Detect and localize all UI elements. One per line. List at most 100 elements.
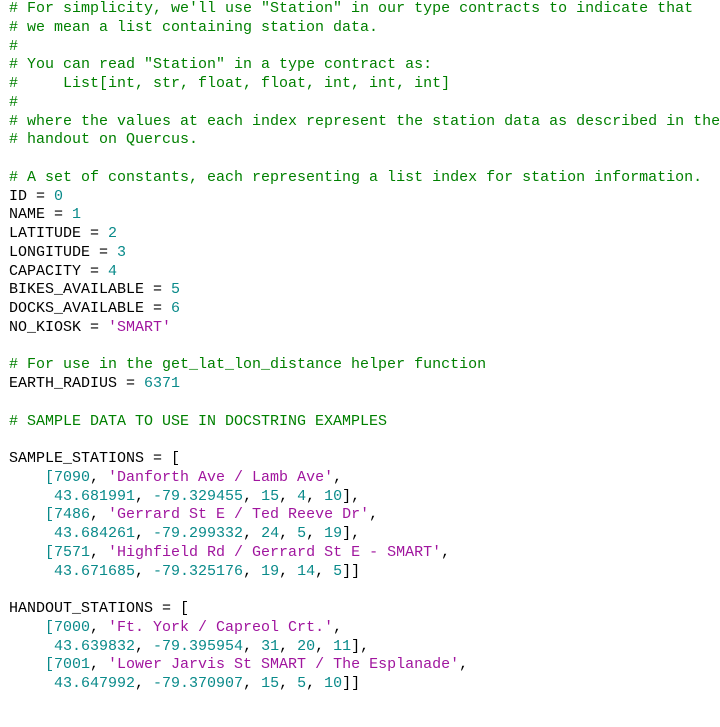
code-token: ]]	[342, 675, 361, 692]
comment-token: # where the values at each index represe…	[9, 112, 720, 130]
number-token: 3	[117, 243, 127, 261]
code-token: ,	[90, 468, 109, 486]
number-token: 43.639832	[9, 637, 136, 655]
code-token: DOCKS_AVAILABLE =	[9, 300, 172, 317]
code-token: ,	[333, 618, 343, 636]
number-token: [7571	[9, 543, 91, 561]
code-token: CAPACITY =	[9, 262, 109, 280]
number-token: 19	[261, 562, 280, 580]
number-token: [7090	[9, 468, 91, 486]
code-token: SAMPLE_STATIONS = [	[9, 450, 181, 467]
code-token: ,	[306, 487, 325, 505]
comment-token: # List[int, str, float, float, int, int,…	[9, 75, 451, 92]
number-token: 0	[54, 187, 64, 205]
number-token: 4	[297, 487, 307, 505]
number-token: 43.681991	[9, 487, 136, 505]
code-token: ,	[135, 637, 154, 655]
code-token: ,	[279, 525, 298, 542]
code-token: ,	[243, 675, 262, 692]
number-token: 5	[297, 525, 307, 542]
code-token: ,	[441, 543, 451, 561]
code-line: # You can read "Station" in a type contr…	[9, 56, 720, 75]
number-token: 43.684261	[9, 525, 136, 542]
code-line: [7001, 'Lower Jarvis St SMART / The Espl…	[9, 656, 720, 675]
number-token: 43.647992	[9, 675, 136, 692]
code-token: LATITUDE =	[9, 225, 109, 242]
comment-token: # SAMPLE DATA TO USE IN DOCSTRING EXAMPL…	[9, 412, 388, 430]
code-token: ,	[135, 675, 154, 692]
code-line: BIKES_AVAILABLE = 5	[9, 281, 720, 300]
code-line: SAMPLE_STATIONS = [	[9, 450, 720, 469]
code-line: 43.684261, -79.299332, 24, 5, 19],	[9, 525, 720, 544]
number-token: 5	[171, 281, 181, 299]
code-editor[interactable]: # For simplicity, we'll use "Station" in…	[9, 0, 720, 694]
number-token: [7001	[9, 656, 91, 674]
comment-token: #	[9, 93, 19, 111]
code-token: ,	[315, 562, 334, 580]
number-token: 1	[72, 206, 82, 224]
number-token: 19	[324, 525, 343, 542]
code-token: ,	[90, 618, 109, 636]
code-token: ,	[315, 637, 334, 655]
number-token: 15	[261, 487, 280, 505]
code-line: # SAMPLE DATA TO USE IN DOCSTRING EXAMPL…	[9, 413, 720, 432]
code-token: ,	[243, 487, 262, 505]
comment-token: # A set of constants, each representing …	[9, 168, 703, 186]
number-token: 31	[261, 637, 280, 655]
string-token: 'Ft. York / Capreol Crt.'	[108, 618, 334, 636]
code-token: ,	[243, 637, 262, 655]
comment-token: # For simplicity, we'll use "Station" in…	[9, 0, 694, 17]
number-token: 5	[297, 675, 307, 692]
code-line: #	[9, 38, 720, 57]
code-token: ],	[342, 487, 361, 505]
code-line: # where the values at each index represe…	[9, 113, 720, 132]
string-token: 'Lower Jarvis St SMART / The Esplanade'	[108, 656, 460, 674]
string-token: 'Gerrard St E / Ted Reeve Dr'	[108, 506, 370, 524]
number-token: 43.671685	[9, 562, 136, 580]
code-line: LATITUDE = 2	[9, 225, 720, 244]
code-token: ],	[351, 637, 370, 655]
code-line: HANDOUT_STATIONS = [	[9, 600, 720, 619]
comment-token: # For use in the get_lat_lon_distance he…	[9, 356, 487, 374]
number-token: 5	[333, 562, 343, 580]
code-line: CAPACITY = 4	[9, 263, 720, 282]
code-token: ]]	[342, 562, 361, 580]
code-token: ,	[459, 656, 469, 674]
number-token: -79.395954	[153, 637, 244, 655]
comment-token: # handout on Quercus.	[9, 131, 199, 149]
code-token: ,	[306, 675, 325, 692]
code-line: NO_KIOSK = 'SMART'	[9, 319, 720, 338]
code-line: # A set of constants, each representing …	[9, 169, 720, 188]
code-line: # we mean a list containing station data…	[9, 19, 720, 38]
number-token: 10	[324, 675, 343, 692]
code-token: ,	[369, 506, 379, 524]
string-token: 'SMART'	[108, 318, 172, 336]
code-token: BIKES_AVAILABLE =	[9, 281, 172, 299]
number-token: -79.329455	[153, 487, 244, 505]
code-line: # List[int, str, float, float, int, int,…	[9, 75, 720, 94]
code-line: DOCKS_AVAILABLE = 6	[9, 300, 720, 319]
code-token: LONGITUDE =	[9, 243, 118, 261]
number-token: 15	[261, 675, 280, 692]
code-token: ,	[135, 562, 154, 580]
code-line: # For simplicity, we'll use "Station" in…	[9, 0, 720, 19]
number-token: 6371	[144, 375, 181, 392]
code-line: EARTH_RADIUS = 6371	[9, 375, 720, 394]
string-token: 'Danforth Ave / Lamb Ave'	[108, 468, 334, 486]
code-token: EARTH_RADIUS =	[9, 375, 145, 392]
code-token: ,	[243, 525, 262, 542]
code-line: [7486, 'Gerrard St E / Ted Reeve Dr',	[9, 506, 720, 525]
number-token: [7486	[9, 506, 91, 524]
code-token: ,	[279, 487, 298, 505]
number-token: 10	[324, 487, 343, 505]
code-token: ,	[135, 525, 154, 542]
code-line: 43.681991, -79.329455, 15, 4, 10],	[9, 488, 720, 507]
code-line: #	[9, 94, 720, 113]
code-token: ,	[279, 562, 298, 580]
code-token: ],	[342, 525, 361, 542]
number-token: 24	[261, 525, 280, 542]
